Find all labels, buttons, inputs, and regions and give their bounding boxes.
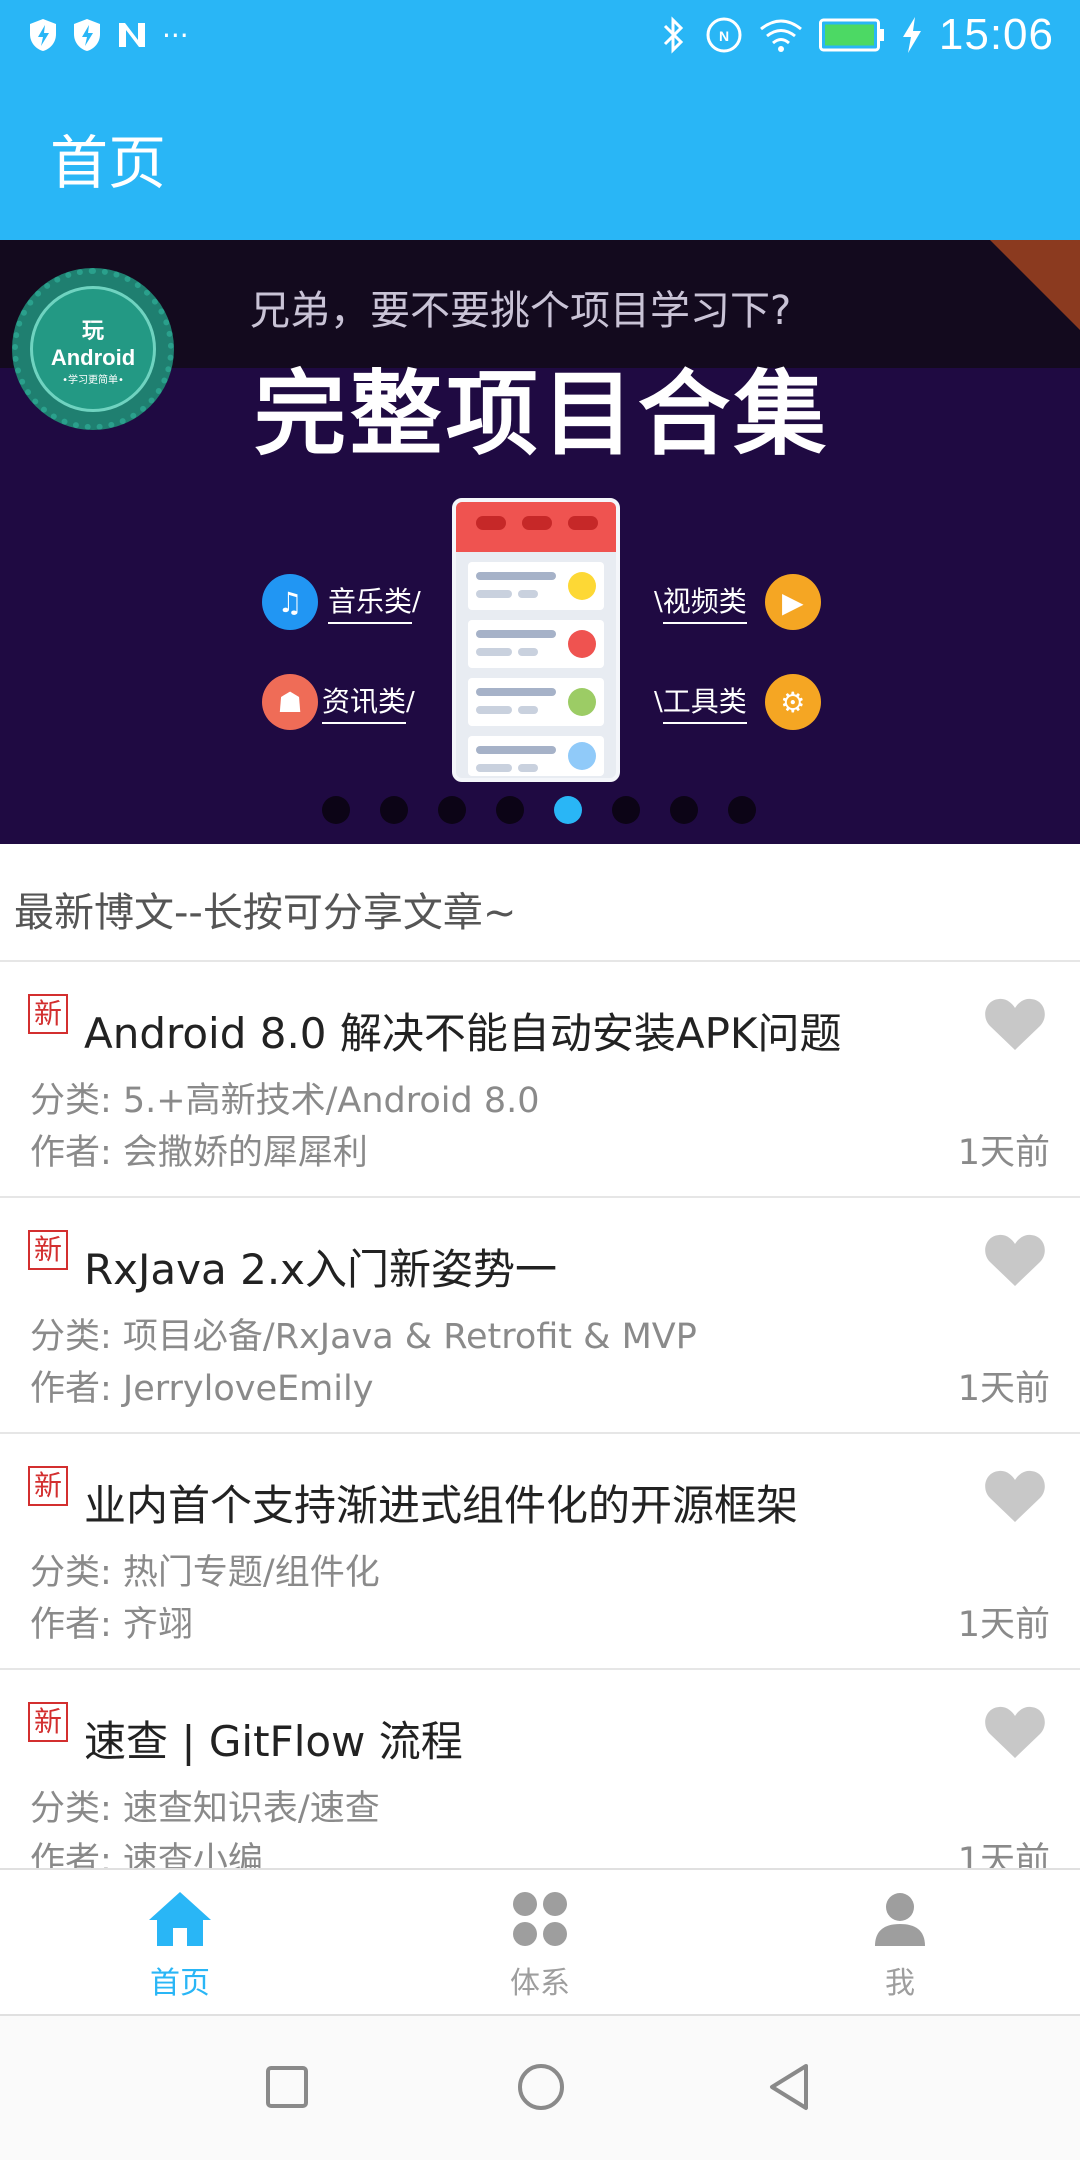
article-item[interactable]: 新 RxJava 2.x入门新姿势一 分类: 项目必备/RxJava & Ret… xyxy=(0,1198,1080,1434)
category-label: 视频类 xyxy=(662,580,747,624)
badge-line2: Android xyxy=(50,344,136,370)
article-time: 1天前 xyxy=(957,1369,1050,1409)
shield-bolt-icon xyxy=(30,19,56,51)
music-icon: ♫ xyxy=(262,574,318,630)
article-title[interactable]: 业内首个支持渐进式组件化的开源框架 xyxy=(84,1472,798,1533)
article-category: 分类: 5.+高新技术/Android 8.0 xyxy=(30,1081,540,1121)
more-icon: ··· xyxy=(162,18,189,52)
charging-bolt-icon xyxy=(902,17,921,53)
new-badge: 新 xyxy=(28,1466,68,1506)
svg-text:N: N xyxy=(719,28,729,44)
n-app-icon xyxy=(119,23,145,47)
category-tools: \ 工具类 ⚙ xyxy=(654,674,821,730)
reading-icon: ☗ xyxy=(262,674,318,730)
system-navigation-bar xyxy=(0,2016,1080,2160)
banner-subtitle: 兄弟，要不要挑个项目学习下? xyxy=(250,288,792,334)
article-item[interactable]: 新 业内首个支持渐进式组件化的开源框架 分类: 热门专题/组件化 作者: 齐翊 … xyxy=(0,1434,1080,1670)
banner-corner-ribbon xyxy=(990,240,1080,330)
article-author: 作者: 齐翊 xyxy=(30,1605,193,1645)
heart-icon[interactable] xyxy=(984,1468,1046,1524)
app-bar: 首页 xyxy=(0,72,1080,240)
article-title[interactable]: RxJava 2.x入门新姿势一 xyxy=(84,1236,557,1297)
article-category: 分类: 项目必备/RxJava & Retrofit & MVP xyxy=(30,1317,697,1357)
carousel-dot[interactable] xyxy=(728,796,756,824)
carousel-dot[interactable] xyxy=(322,796,350,824)
shield-bolt-icon xyxy=(74,19,100,51)
carousel-dot-active[interactable] xyxy=(554,796,582,824)
home-icon xyxy=(149,1892,211,1946)
heart-icon[interactable] xyxy=(984,1704,1046,1760)
badge-line1: 玩 xyxy=(81,318,104,344)
carousel-dot[interactable] xyxy=(612,796,640,824)
carousel-dot[interactable] xyxy=(438,796,466,824)
person-icon xyxy=(875,1893,925,1946)
bluetooth-icon xyxy=(663,16,684,54)
nav-tab-label: 首页 xyxy=(150,1966,210,2001)
new-badge: 新 xyxy=(28,1702,68,1742)
bottom-navigation: 首页 体系 我 xyxy=(0,1868,1080,2016)
category-label: 工具类 xyxy=(662,680,747,724)
article-author: 作者: 会撒娇的犀犀利 xyxy=(30,1133,368,1173)
category-label: 资讯类 xyxy=(322,680,407,724)
section-header: 最新博文--长按可分享文章~ xyxy=(0,844,1080,962)
page-title: 首页 xyxy=(50,129,167,197)
battery-icon xyxy=(818,18,884,52)
gear-icon: ⚙ xyxy=(764,674,821,730)
home-circle-icon[interactable] xyxy=(516,2062,566,2112)
article-title[interactable]: 速查 | GitFlow 流程 xyxy=(84,1708,463,1769)
carousel-indicator xyxy=(322,796,756,824)
article-author: 作者: JerryloveEmily xyxy=(30,1369,374,1409)
article-title[interactable]: Android 8.0 解决不能自动安装APK问题 xyxy=(84,1000,841,1061)
banner-title: 完整项目合集 xyxy=(254,361,831,468)
nav-tab-label: 体系 xyxy=(510,1966,570,2001)
heart-icon[interactable] xyxy=(984,1232,1046,1288)
nav-tab-label: 我 xyxy=(885,1966,915,2001)
carousel-dot[interactable] xyxy=(380,796,408,824)
back-icon[interactable] xyxy=(766,2062,812,2112)
category-label: 音乐类 xyxy=(328,580,413,624)
wanandroid-logo-badge: 玩 Android •学习更简单• xyxy=(12,268,174,430)
video-icon: ▶ xyxy=(764,574,821,630)
category-video: \ 视频类 ▶ xyxy=(654,574,821,630)
wifi-icon xyxy=(759,19,802,52)
nav-tab-home[interactable]: 首页 xyxy=(100,1890,260,2002)
clock: 15:06 xyxy=(938,10,1054,59)
grid-icon xyxy=(513,1892,567,1946)
recents-icon[interactable] xyxy=(264,2064,310,2110)
badge-line3: •学习更简单• xyxy=(62,374,124,386)
nav-tab-me[interactable]: 我 xyxy=(820,1890,980,2002)
notification-icons: ··· xyxy=(28,18,189,52)
system-status-icons: N 15:06 xyxy=(659,10,1054,60)
nav-tab-system[interactable]: 体系 xyxy=(460,1890,620,2002)
new-badge: 新 xyxy=(28,1230,68,1270)
article-item[interactable]: 新 Android 8.0 解决不能自动安装APK问题 分类: 5.+高新技术/… xyxy=(0,962,1080,1198)
status-bar: ··· N 15:06 xyxy=(0,0,1080,72)
new-badge: 新 xyxy=(28,994,68,1034)
heart-icon[interactable] xyxy=(984,996,1046,1052)
article-time: 1天前 xyxy=(957,1133,1050,1173)
article-time: 1天前 xyxy=(957,1605,1050,1645)
article-category: 分类: 热门专题/组件化 xyxy=(30,1553,380,1593)
category-music: ♫ 音乐类 / xyxy=(262,574,421,630)
phone-illustration xyxy=(452,498,620,782)
section-title: 最新博文--长按可分享文章~ xyxy=(14,890,517,936)
nfc-icon: N xyxy=(706,17,742,53)
article-category: 分类: 速查知识表/速查 xyxy=(30,1789,380,1829)
category-news: ☗ 资讯类 / xyxy=(262,674,415,730)
carousel-dot[interactable] xyxy=(496,796,524,824)
carousel-dot[interactable] xyxy=(670,796,698,824)
banner-carousel[interactable]: 玩 Android •学习更简单• 兄弟，要不要挑个项目学习下? 完整项目合集 … xyxy=(0,240,1080,844)
